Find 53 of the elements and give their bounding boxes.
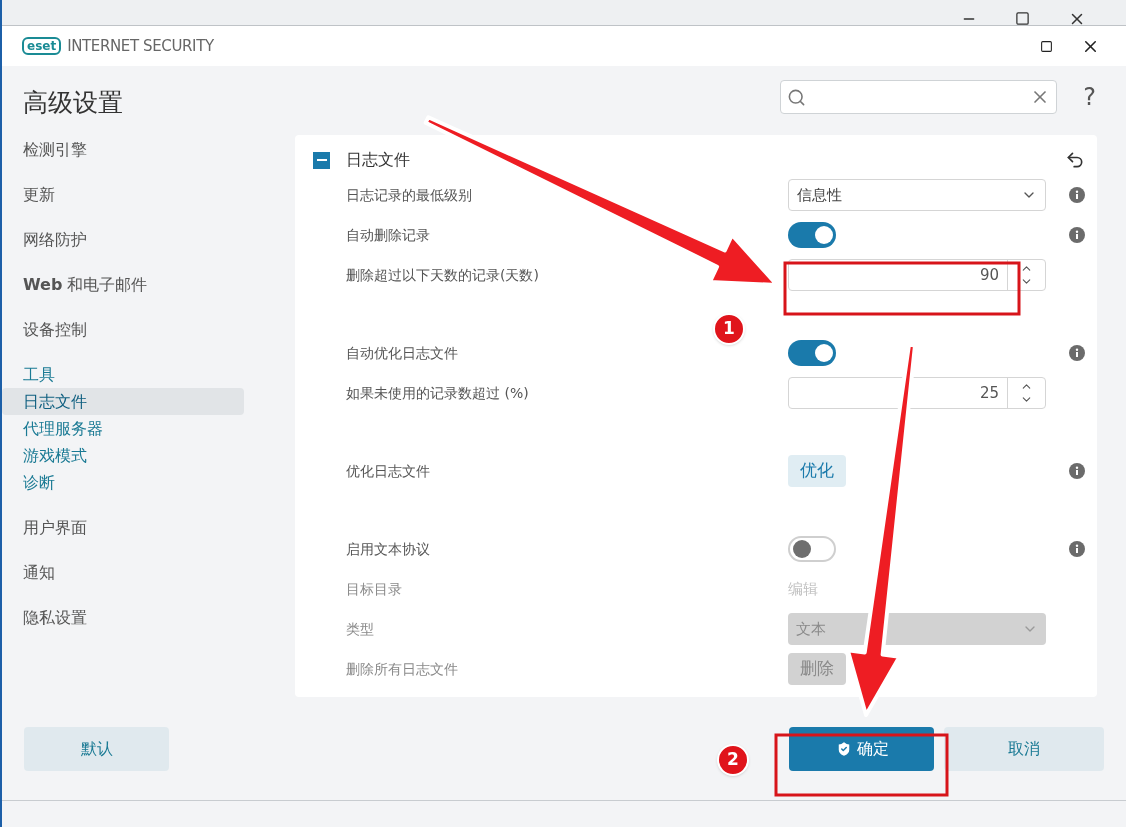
logo: eset (22, 37, 62, 55)
sidebar-item[interactable]: 日志文件 (2, 388, 244, 415)
sidebar-item[interactable]: 检测引擎 (2, 136, 244, 163)
number-field[interactable]: 25 (788, 377, 1046, 409)
sidebar-item[interactable]: 诊断 (2, 469, 244, 496)
collapse-checkbox[interactable] (313, 151, 330, 169)
setting-label: 删除超过以下天数的记录(天数) (346, 265, 539, 285)
info-icon[interactable] (1069, 227, 1085, 243)
toggle-switch[interactable] (788, 536, 836, 562)
number-field[interactable]: 90 (788, 259, 1046, 291)
dropdown-value: 文本 (796, 618, 826, 640)
sidebar-item[interactable]: 更新 (2, 181, 244, 208)
default-button[interactable]: 默认 (24, 726, 169, 771)
sidebar-item[interactable]: 设备控制 (2, 316, 244, 343)
dropdown[interactable]: 信息性 (788, 179, 1046, 211)
sidebar-item[interactable]: Web 和电子邮件 (2, 271, 244, 298)
maximize-icon[interactable] (1040, 39, 1053, 53)
app-title: INTERNET SECURITY (67, 35, 214, 57)
info-icon[interactable] (1069, 463, 1085, 479)
setting-label: 自动优化日志文件 (346, 343, 458, 363)
sidebar-item[interactable]: 用户界面 (2, 514, 244, 541)
sidebar-item[interactable]: 通知 (2, 559, 244, 586)
search-icon (787, 87, 807, 107)
sidebar-item[interactable]: 工具 (2, 361, 244, 388)
dropdown-value: 信息性 (797, 184, 842, 206)
sidebar-item[interactable]: 隐私设置 (2, 604, 244, 631)
setting-label: 自动删除记录 (346, 225, 430, 245)
setting-label: 目标目录 (346, 579, 402, 599)
setting-label: 日志记录的最低级别 (346, 185, 472, 205)
number-value: 90 (978, 264, 1000, 286)
setting-label: 类型 (346, 619, 374, 639)
info-icon[interactable] (1069, 345, 1085, 361)
section-title: 日志文件 (346, 149, 410, 171)
info-icon[interactable] (1069, 187, 1085, 203)
undo-icon[interactable] (1065, 150, 1085, 170)
cancel-button[interactable]: 取消 (944, 726, 1104, 771)
toggle-switch[interactable] (788, 340, 836, 366)
setting-label: 优化日志文件 (346, 461, 430, 481)
sidebar-item[interactable]: 网络防护 (2, 226, 244, 253)
action-button[interactable]: 优化 (788, 455, 846, 487)
setting-label: 启用文本协议 (346, 539, 430, 559)
setting-label: 删除所有日志文件 (346, 659, 458, 679)
step-number-badge: 2 (717, 744, 749, 776)
page-title: 高级设置 (22, 87, 124, 118)
number-value: 25 (978, 382, 1000, 404)
ok-button[interactable]: 确定 (789, 726, 934, 771)
help-icon[interactable]: ? (1083, 79, 1096, 115)
search-field[interactable] (780, 80, 1058, 114)
toggle-switch[interactable] (788, 222, 836, 248)
sidebar-item[interactable]: 游戏模式 (2, 442, 244, 469)
info-icon[interactable] (1069, 541, 1085, 557)
setting-label: 如果未使用的记录数超过 (%) (346, 383, 529, 403)
sidebar-item[interactable]: 代理服务器 (2, 415, 244, 442)
